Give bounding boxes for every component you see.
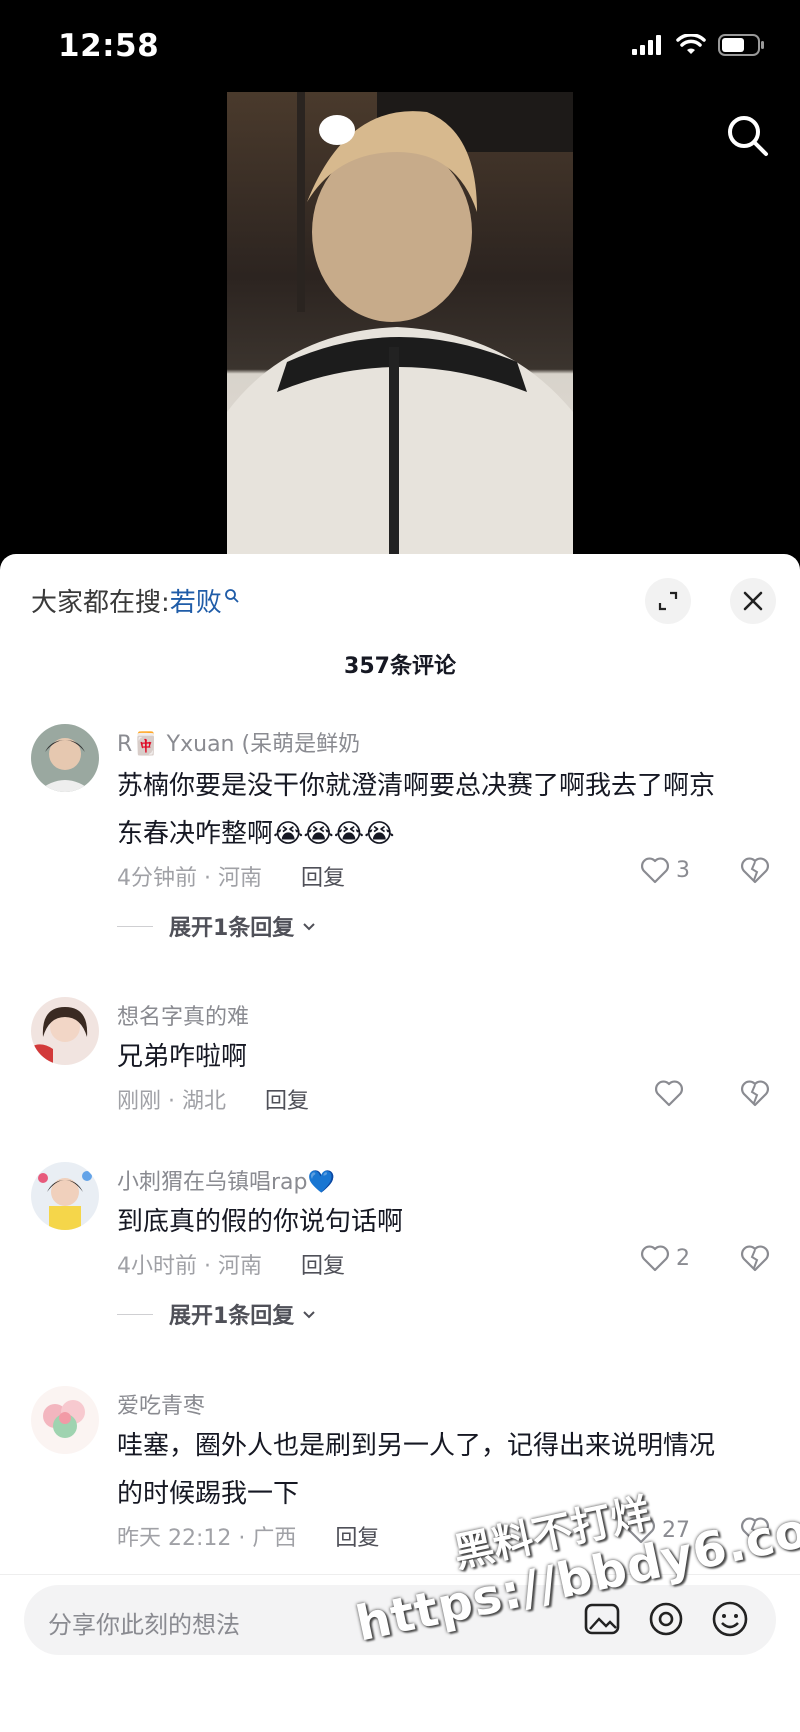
comment-username[interactable]: 想名字真的难 — [117, 999, 249, 1031]
status-bar: 12:58 — [0, 0, 800, 92]
heart-icon — [641, 857, 669, 884]
dislike-button[interactable] — [740, 1244, 770, 1276]
dislike-button[interactable] — [740, 1516, 770, 1548]
like-button[interactable] — [654, 1079, 690, 1107]
like-count: 27 — [662, 1517, 690, 1543]
emoji-icon[interactable] — [708, 1597, 752, 1641]
comment-input-bar: 分享你此刻的想法 — [0, 1574, 800, 1732]
comment-time-location: 刚刚 · 湖北 — [117, 1089, 226, 1114]
comment-time-location: 4小时前 · 河南 — [117, 1254, 262, 1279]
like-count: 3 — [676, 857, 690, 883]
search-suggestion-keyword[interactable]: 若败 — [170, 582, 222, 619]
expand-replies-label: 展开1条回复 — [169, 1304, 295, 1329]
video-area[interactable] — [0, 92, 800, 554]
image-icon[interactable] — [580, 1597, 624, 1641]
comment-text-line: 到底真的假的你说句话啊 — [117, 1207, 404, 1237]
search-icon — [728, 116, 768, 156]
wifi-icon — [676, 34, 706, 54]
heart-icon — [641, 1245, 669, 1272]
comment-text-line: 的时候踢我一下 — [117, 1479, 300, 1509]
reply-button[interactable]: 回复 — [301, 866, 345, 891]
comment-input[interactable]: 分享你此刻的想法 — [24, 1585, 776, 1655]
chevron-down-icon — [303, 923, 316, 931]
avatar[interactable] — [31, 997, 99, 1065]
comment-text: 苏楠你要是没干你就澄清啊要总决赛了啊我去了啊京 东春决咋整啊😭😭😭😭 — [117, 762, 777, 858]
status-time: 12:58 — [58, 28, 160, 64]
comment-text: 哇塞，圈外人也是刷到另一人了，记得出来说明情况 的时候踢我一下 — [117, 1422, 777, 1518]
broken-heart-icon — [741, 1080, 769, 1107]
comment-username[interactable]: 小刺猬在乌镇唱rap💙 — [117, 1164, 335, 1196]
avatar[interactable] — [31, 1386, 99, 1454]
search-suggestion-prefix: 大家都在搜: — [31, 588, 170, 618]
comment-text-line: 东春决咋整啊😭😭😭😭 — [117, 819, 395, 849]
expand-replies-button[interactable]: 展开1条回复 — [117, 910, 318, 942]
comment-meta: 昨天 22:12 · 广西 回复 — [117, 1520, 379, 1552]
video-thumbnail-person — [227, 92, 573, 554]
close-icon — [743, 591, 763, 611]
comment-meta: 4小时前 · 河南 回复 — [117, 1248, 345, 1280]
comment-meta: 刚刚 · 湖北 回复 — [117, 1083, 309, 1115]
comment-meta: 4分钟前 · 河南 回复 — [117, 860, 345, 892]
expand-icon — [658, 591, 678, 611]
reply-button[interactable]: 回复 — [335, 1526, 379, 1551]
reply-button[interactable]: 回复 — [265, 1089, 309, 1114]
like-button[interactable]: 3 — [640, 856, 690, 884]
video-frame[interactable] — [227, 92, 573, 554]
input-icons — [580, 1597, 752, 1641]
status-icons — [632, 34, 766, 56]
avatar[interactable] — [31, 1162, 99, 1230]
comment-username[interactable]: R🀄 Yxuan (呆萌是鲜奶 — [117, 726, 360, 758]
search-suggestion[interactable]: 大家都在搜: 若败 — [31, 582, 240, 619]
avatar[interactable] — [31, 724, 99, 792]
comment-input-placeholder: 分享你此刻的想法 — [48, 1611, 240, 1639]
signal-icon — [632, 35, 661, 55]
like-button[interactable]: 2 — [640, 1244, 690, 1272]
comment-time-location: 昨天 22:12 · 广西 — [117, 1526, 297, 1551]
reply-button[interactable]: 回复 — [301, 1254, 345, 1279]
comment-username[interactable]: 爱吃青枣 — [117, 1388, 205, 1420]
broken-heart-icon — [741, 1245, 769, 1272]
expand-fullscreen-button[interactable] — [645, 578, 691, 624]
at-mention-icon[interactable] — [644, 1597, 688, 1641]
like-button[interactable]: 27 — [626, 1516, 690, 1544]
comment-text: 到底真的假的你说句话啊 — [117, 1198, 777, 1246]
search-small-icon — [224, 588, 239, 603]
heart-icon — [627, 1517, 655, 1544]
comment-text: 兄弟咋啦啊 — [117, 1033, 777, 1081]
expand-replies-button[interactable]: 展开1条回复 — [117, 1298, 318, 1330]
chevron-down-icon — [303, 1311, 316, 1319]
heart-icon — [655, 1080, 683, 1107]
comment-count: 357条评论 — [344, 654, 456, 679]
close-button[interactable] — [730, 578, 776, 624]
comment-text-line: 哇塞，圈外人也是刷到另一人了，记得出来说明情况 — [117, 1431, 716, 1461]
like-count: 2 — [676, 1245, 690, 1271]
battery-icon — [718, 34, 764, 56]
search-button[interactable] — [722, 110, 774, 162]
comments-sheet: 大家都在搜: 若败 357条评论 R🀄 Yxuan (呆萌是鲜奶 苏楠你要是没干… — [0, 554, 800, 1731]
comment-text-line: 苏楠你要是没干你就澄清啊要总决赛了啊我去了啊京 — [117, 771, 716, 801]
dislike-button[interactable] — [740, 1079, 770, 1111]
comment-time-location: 4分钟前 · 河南 — [117, 866, 262, 891]
expand-replies-label: 展开1条回复 — [169, 916, 295, 941]
dislike-button[interactable] — [740, 856, 770, 888]
broken-heart-icon — [741, 857, 769, 884]
broken-heart-icon — [741, 1517, 769, 1544]
comment-text-line: 兄弟咋啦啊 — [117, 1042, 248, 1072]
